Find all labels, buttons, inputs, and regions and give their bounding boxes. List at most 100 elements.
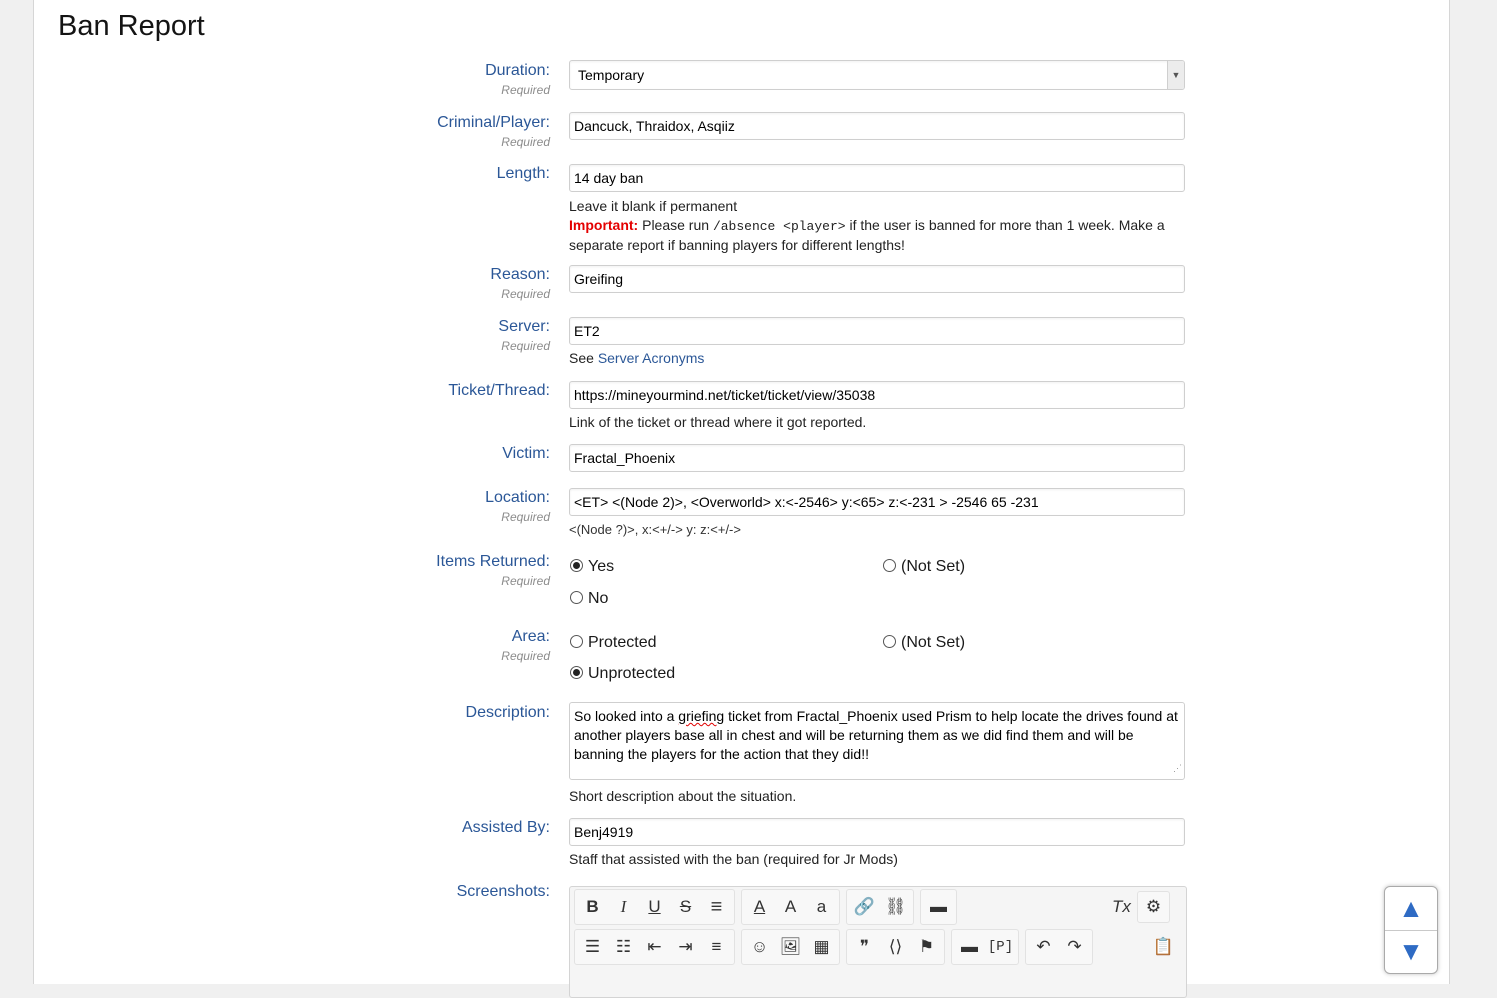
radio-unchecked-icon[interactable] xyxy=(570,635,583,648)
block-group: ❞ ⟨⟩ ⚑ xyxy=(846,929,945,965)
description-textarea[interactable]: So looked into a griefing ticket from Fr… xyxy=(569,702,1185,780)
radio-label-notset: (Not Set) xyxy=(901,634,966,651)
indent-icon[interactable]: ⇥ xyxy=(670,932,701,962)
unlink-icon[interactable]: ⛓ xyxy=(880,892,911,922)
numbered-list-icon[interactable]: ☷ xyxy=(608,932,639,962)
font-family-icon[interactable]: a xyxy=(806,892,837,922)
ticket-hint: Link of the ticket or thread where it go… xyxy=(569,414,867,430)
resize-handle-icon[interactable]: ⋰ xyxy=(1173,759,1182,778)
flag-icon[interactable]: ⚑ xyxy=(911,932,942,962)
location-required: Required xyxy=(501,510,550,524)
radio-label-unprotected: Unprotected xyxy=(588,665,676,682)
p-tag-icon[interactable]: [P] xyxy=(985,932,1016,962)
description-hint: Short description about the situation. xyxy=(569,788,797,804)
assisted-label: Assisted By: xyxy=(461,819,550,836)
criminal-required: Required xyxy=(501,135,550,149)
undo-icon[interactable]: ↶ xyxy=(1028,932,1059,962)
radio-unchecked-icon[interactable] xyxy=(883,559,896,572)
criminal-input[interactable]: Dancuck, Thraidox, Asqiiz xyxy=(569,112,1185,140)
server-acronyms-link[interactable]: Server Acronyms xyxy=(598,350,705,366)
server-required: Required xyxy=(501,339,550,353)
font-color-icon[interactable]: A xyxy=(744,892,775,922)
items-returned-notset-radio[interactable]: (Not Set) xyxy=(883,558,965,576)
bold-icon[interactable]: B xyxy=(577,892,608,922)
location-input[interactable]: <ET> <(Node 2)>, <Overworld> x:<-2546> y… xyxy=(569,488,1185,516)
description-row: Description: So looked into a griefing t… xyxy=(34,702,1449,804)
strikethrough-icon[interactable]: S xyxy=(670,892,701,922)
editor-toolbar-right-1: Tx ⚙ xyxy=(1106,889,1170,925)
server-label: Server: xyxy=(498,318,550,335)
rich-text-editor: B I U S ≡ A A a 🔗 ⛓ ▬ Tx ⚙ ☰ ☷ ⇤ ⇥ ≡ ☺ 🖼… xyxy=(569,886,1187,998)
scroll-control: ▲ ▼ xyxy=(1384,886,1438,974)
outdent-icon[interactable]: ⇤ xyxy=(639,932,670,962)
assisted-hint: Staff that assisted with the ban (requir… xyxy=(569,851,898,867)
media-group: ▬ xyxy=(920,889,957,925)
misc-group: ▬ [P] xyxy=(951,929,1019,965)
items-returned-yes-radio[interactable]: Yes xyxy=(570,558,614,576)
server-input[interactable]: ET2 xyxy=(569,317,1185,345)
length-input[interactable]: 14 day ban xyxy=(569,164,1185,192)
description-label: Description: xyxy=(465,704,550,721)
reason-label: Reason: xyxy=(490,266,550,283)
length-hint-text: Leave it blank if permanent xyxy=(569,198,738,214)
media-icon[interactable]: ▬ xyxy=(923,892,954,922)
items-returned-no-radio[interactable]: No xyxy=(570,590,608,608)
code-icon[interactable]: ⟨⟩ xyxy=(880,932,911,962)
scroll-up-icon[interactable]: ▲ xyxy=(1385,887,1437,931)
smilie-icon[interactable]: ☺ xyxy=(744,932,775,962)
scroll-down-icon[interactable]: ▼ xyxy=(1385,930,1437,973)
font-group: A A a xyxy=(741,889,840,925)
chevron-down-icon[interactable]: ▼ xyxy=(1167,61,1184,89)
gallery-icon[interactable]: ▦ xyxy=(806,932,837,962)
spoiler-icon[interactable]: ▬ xyxy=(954,932,985,962)
duration-label: Duration: xyxy=(485,62,550,79)
length-important: Important: Please run /absence <player> … xyxy=(569,216,1185,255)
reason-input[interactable]: Greifing xyxy=(569,265,1185,293)
radio-unchecked-icon[interactable] xyxy=(570,591,583,604)
align-justify-icon[interactable]: ≡ xyxy=(701,892,732,922)
duration-select[interactable]: Temporary ▼ xyxy=(569,60,1185,90)
font-size-icon[interactable]: A xyxy=(775,892,806,922)
italic-icon[interactable]: I xyxy=(608,892,639,922)
items-returned-required: Required xyxy=(501,574,550,588)
radio-checked-icon[interactable] xyxy=(570,559,583,572)
area-notset-radio[interactable]: (Not Set) xyxy=(883,634,965,652)
description-misspelled-word: griefing xyxy=(678,708,725,724)
remove-format-icon[interactable]: Tx xyxy=(1106,892,1137,922)
editor-toolbar-row-2: ☰ ☷ ⇤ ⇥ ≡ ☺ 🖼 ▦ ❞ ⟨⟩ ⚑ ▬ [P] ↶ ↷ xyxy=(574,929,1099,965)
ban-report-form: Ban Report Duration: Required Temporary … xyxy=(33,0,1450,998)
bullet-list-icon[interactable]: ☰ xyxy=(577,932,608,962)
link-group: 🔗 ⛓ xyxy=(846,889,914,925)
image-icon[interactable]: 🖼 xyxy=(775,932,806,962)
editor-toolbar-row-1: B I U S ≡ A A a 🔗 ⛓ ▬ xyxy=(574,889,963,925)
editor-toolbar-right-2: 📋 xyxy=(1148,929,1179,965)
list-group: ☰ ☷ ⇤ ⇥ ≡ xyxy=(574,929,735,965)
link-icon[interactable]: 🔗 xyxy=(849,892,880,922)
radio-label-no: No xyxy=(588,590,609,607)
area-protected-radio[interactable]: Protected xyxy=(570,634,656,652)
radio-label-yes: Yes xyxy=(588,558,615,575)
duration-value: Temporary xyxy=(578,67,645,83)
quote-icon[interactable]: ❞ xyxy=(849,932,880,962)
duration-required: Required xyxy=(501,83,550,97)
location-hint: <(Node ?)>, x:<+/-> y: z:<+/-> xyxy=(569,522,741,537)
radio-unchecked-icon[interactable] xyxy=(883,635,896,648)
important-pre: Please run xyxy=(642,217,710,233)
redo-icon[interactable]: ↷ xyxy=(1059,932,1090,962)
assisted-input[interactable]: Benj4919 xyxy=(569,818,1185,846)
area-unprotected-radio[interactable]: Unprotected xyxy=(570,665,675,683)
description-text-pre: So looked into a xyxy=(574,708,679,724)
align-left-icon[interactable]: ≡ xyxy=(701,932,732,962)
ticket-input[interactable]: https://mineyourmind.net/ticket/ticket/v… xyxy=(569,381,1185,409)
underline-icon[interactable]: U xyxy=(639,892,670,922)
text-style-group: B I U S ≡ xyxy=(574,889,735,925)
radio-checked-icon[interactable] xyxy=(570,666,583,679)
history-group: ↶ ↷ xyxy=(1025,929,1093,965)
length-label: Length: xyxy=(496,165,550,182)
insert-group: ☺ 🖼 ▦ xyxy=(741,929,840,965)
victim-input[interactable]: Fractal_Phoenix xyxy=(569,444,1185,472)
switch-mode-icon[interactable]: ⚙ xyxy=(1137,891,1170,923)
server-hint: See Server Acronyms xyxy=(569,349,1185,368)
paste-icon[interactable]: 📋 xyxy=(1148,932,1179,962)
duration-row: Duration: Required Temporary ▼ xyxy=(34,60,1449,97)
